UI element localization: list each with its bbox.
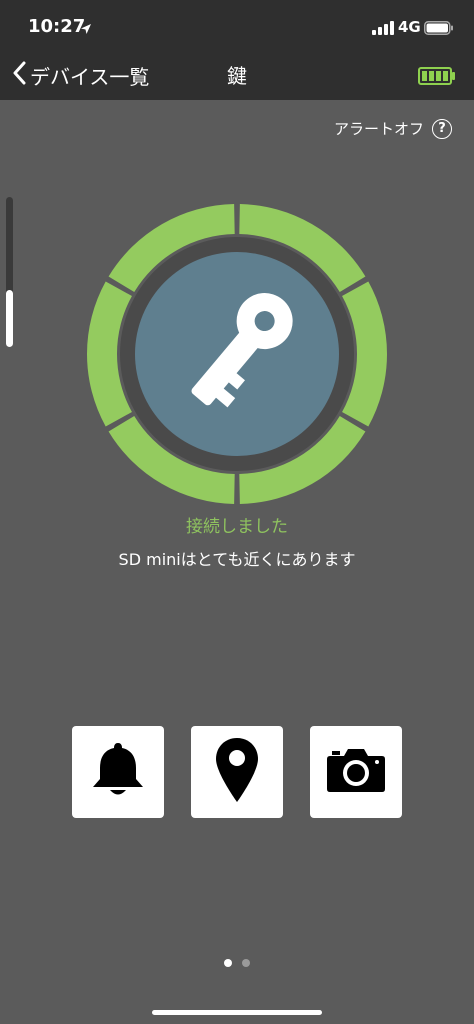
home-indicator[interactable] xyxy=(152,1010,322,1015)
alert-off-label: アラートオフ xyxy=(333,120,424,138)
help-icon[interactable]: ? xyxy=(432,118,452,139)
camera-icon xyxy=(326,747,386,797)
proximity-level-track xyxy=(6,197,13,347)
ring-device-button[interactable] xyxy=(72,726,164,818)
proximity-level-fill xyxy=(6,290,13,347)
battery-icon xyxy=(424,20,454,39)
battery-cell xyxy=(436,71,441,81)
page-title: 鍵 xyxy=(227,64,247,88)
battery-cell xyxy=(443,71,448,81)
page-indicator[interactable] xyxy=(0,959,474,967)
device-battery-icon xyxy=(418,67,456,89)
back-button[interactable]: デバイス一覧 xyxy=(12,58,149,92)
device-detail-screen: 10:27 4G デバイス一覧 鍵 アラートオフ ? 接続しました SD min… xyxy=(0,0,474,1024)
proximity-gauge xyxy=(87,204,387,504)
top-bar: 10:27 4G デバイス一覧 鍵 xyxy=(0,0,474,100)
connection-status: 接続しました xyxy=(186,517,288,537)
alert-off-toggle[interactable]: アラートオフ ? xyxy=(334,118,452,139)
network-type: 4G xyxy=(398,18,421,36)
page-dot[interactable] xyxy=(242,959,250,967)
battery-cell xyxy=(422,71,427,81)
location-arrow-icon xyxy=(80,20,92,39)
action-buttons xyxy=(72,726,402,818)
locate-device-button[interactable] xyxy=(191,726,283,818)
battery-cell xyxy=(429,71,434,81)
cellular-signal-icon xyxy=(372,20,394,35)
camera-button[interactable] xyxy=(310,726,402,818)
chevron-left-icon xyxy=(12,61,26,89)
bell-icon xyxy=(90,741,146,803)
map-pin-icon xyxy=(215,737,259,807)
back-button-label: デバイス一覧 xyxy=(30,64,150,89)
proximity-message: SD miniはとても近くにあります xyxy=(118,550,356,569)
page-dot[interactable] xyxy=(224,959,232,967)
status-time: 10:27 xyxy=(28,16,86,37)
